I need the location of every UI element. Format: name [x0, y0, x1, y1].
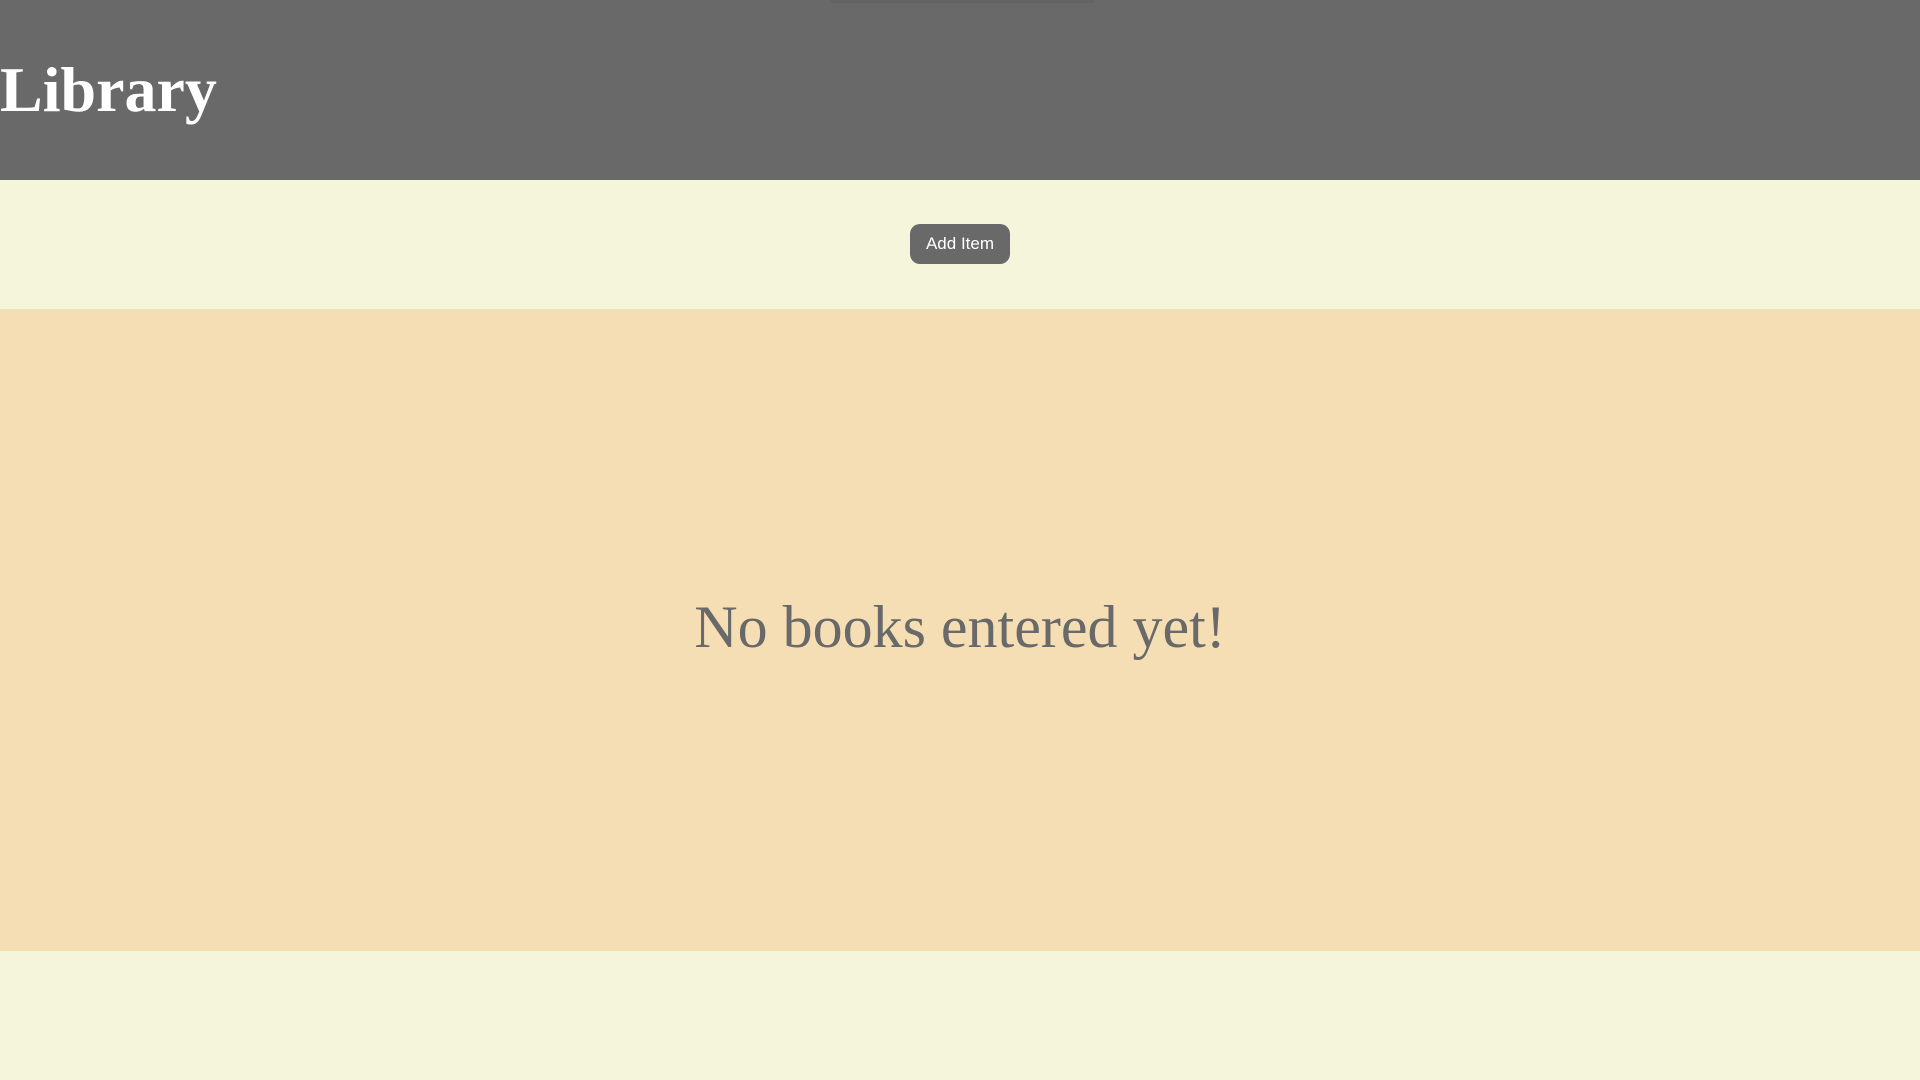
page-title: Library [0, 54, 217, 125]
top-shadow [830, 0, 1095, 3]
empty-state-message: No books entered yet! [694, 594, 1226, 660]
app-header: Library [0, 0, 1920, 180]
library-panel: No books entered yet! [0, 309, 1920, 951]
toolbar: Add Item [0, 180, 1920, 309]
footer-area [0, 951, 1920, 1080]
add-item-button[interactable]: Add Item [910, 224, 1010, 264]
